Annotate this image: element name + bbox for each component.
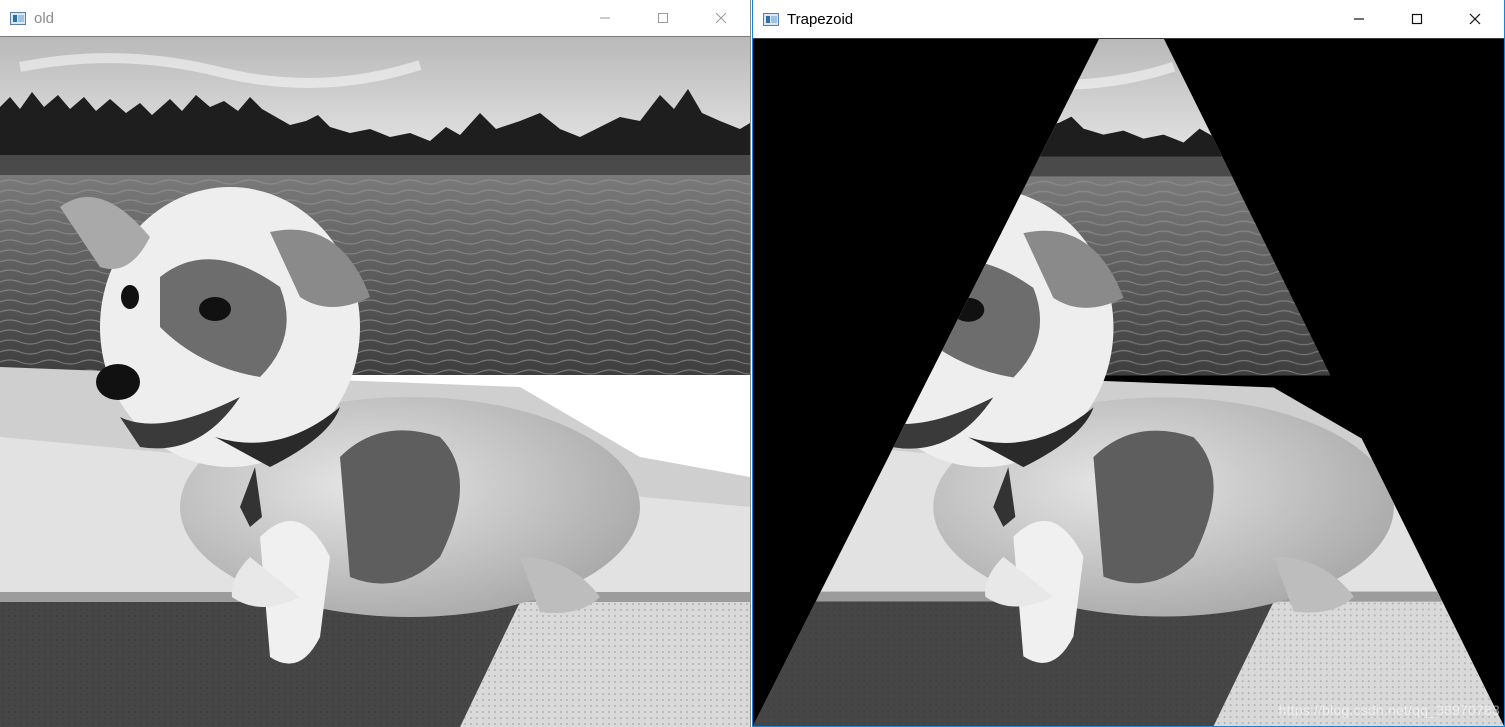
close-icon (1469, 13, 1481, 25)
window-title: Trapezoid (787, 10, 854, 28)
trapezoid-image-canvas: https://blog.csdn.net/qq_38970783 (753, 39, 1504, 726)
minimize-icon (1354, 18, 1364, 20)
original-image-canvas (0, 37, 750, 727)
minimize-button[interactable] (1330, 0, 1388, 38)
window-title: old (34, 9, 55, 27)
maximize-icon (658, 13, 668, 23)
window-app-icon (10, 11, 26, 25)
close-button[interactable] (692, 0, 750, 36)
window-trapezoid[interactable]: Trapezoid https://blog.csdn.net/qq_38970… (752, 0, 1505, 727)
trapezoid-image (753, 39, 1504, 726)
watermark-text: https://blog.csdn.net/qq_38970783 (1278, 702, 1500, 718)
minimize-icon (600, 17, 610, 19)
window-controls (1330, 0, 1504, 38)
maximize-button[interactable] (634, 0, 692, 36)
window-app-icon (763, 12, 779, 26)
window-old[interactable]: old (0, 0, 751, 727)
maximize-icon (1411, 13, 1423, 25)
original-image (0, 37, 750, 727)
close-icon (715, 12, 727, 24)
close-button[interactable] (1446, 0, 1504, 38)
title-bar[interactable]: Trapezoid (753, 0, 1504, 39)
window-controls (576, 0, 750, 36)
title-bar[interactable]: old (0, 0, 750, 37)
minimize-button[interactable] (576, 0, 634, 36)
maximize-button[interactable] (1388, 0, 1446, 38)
